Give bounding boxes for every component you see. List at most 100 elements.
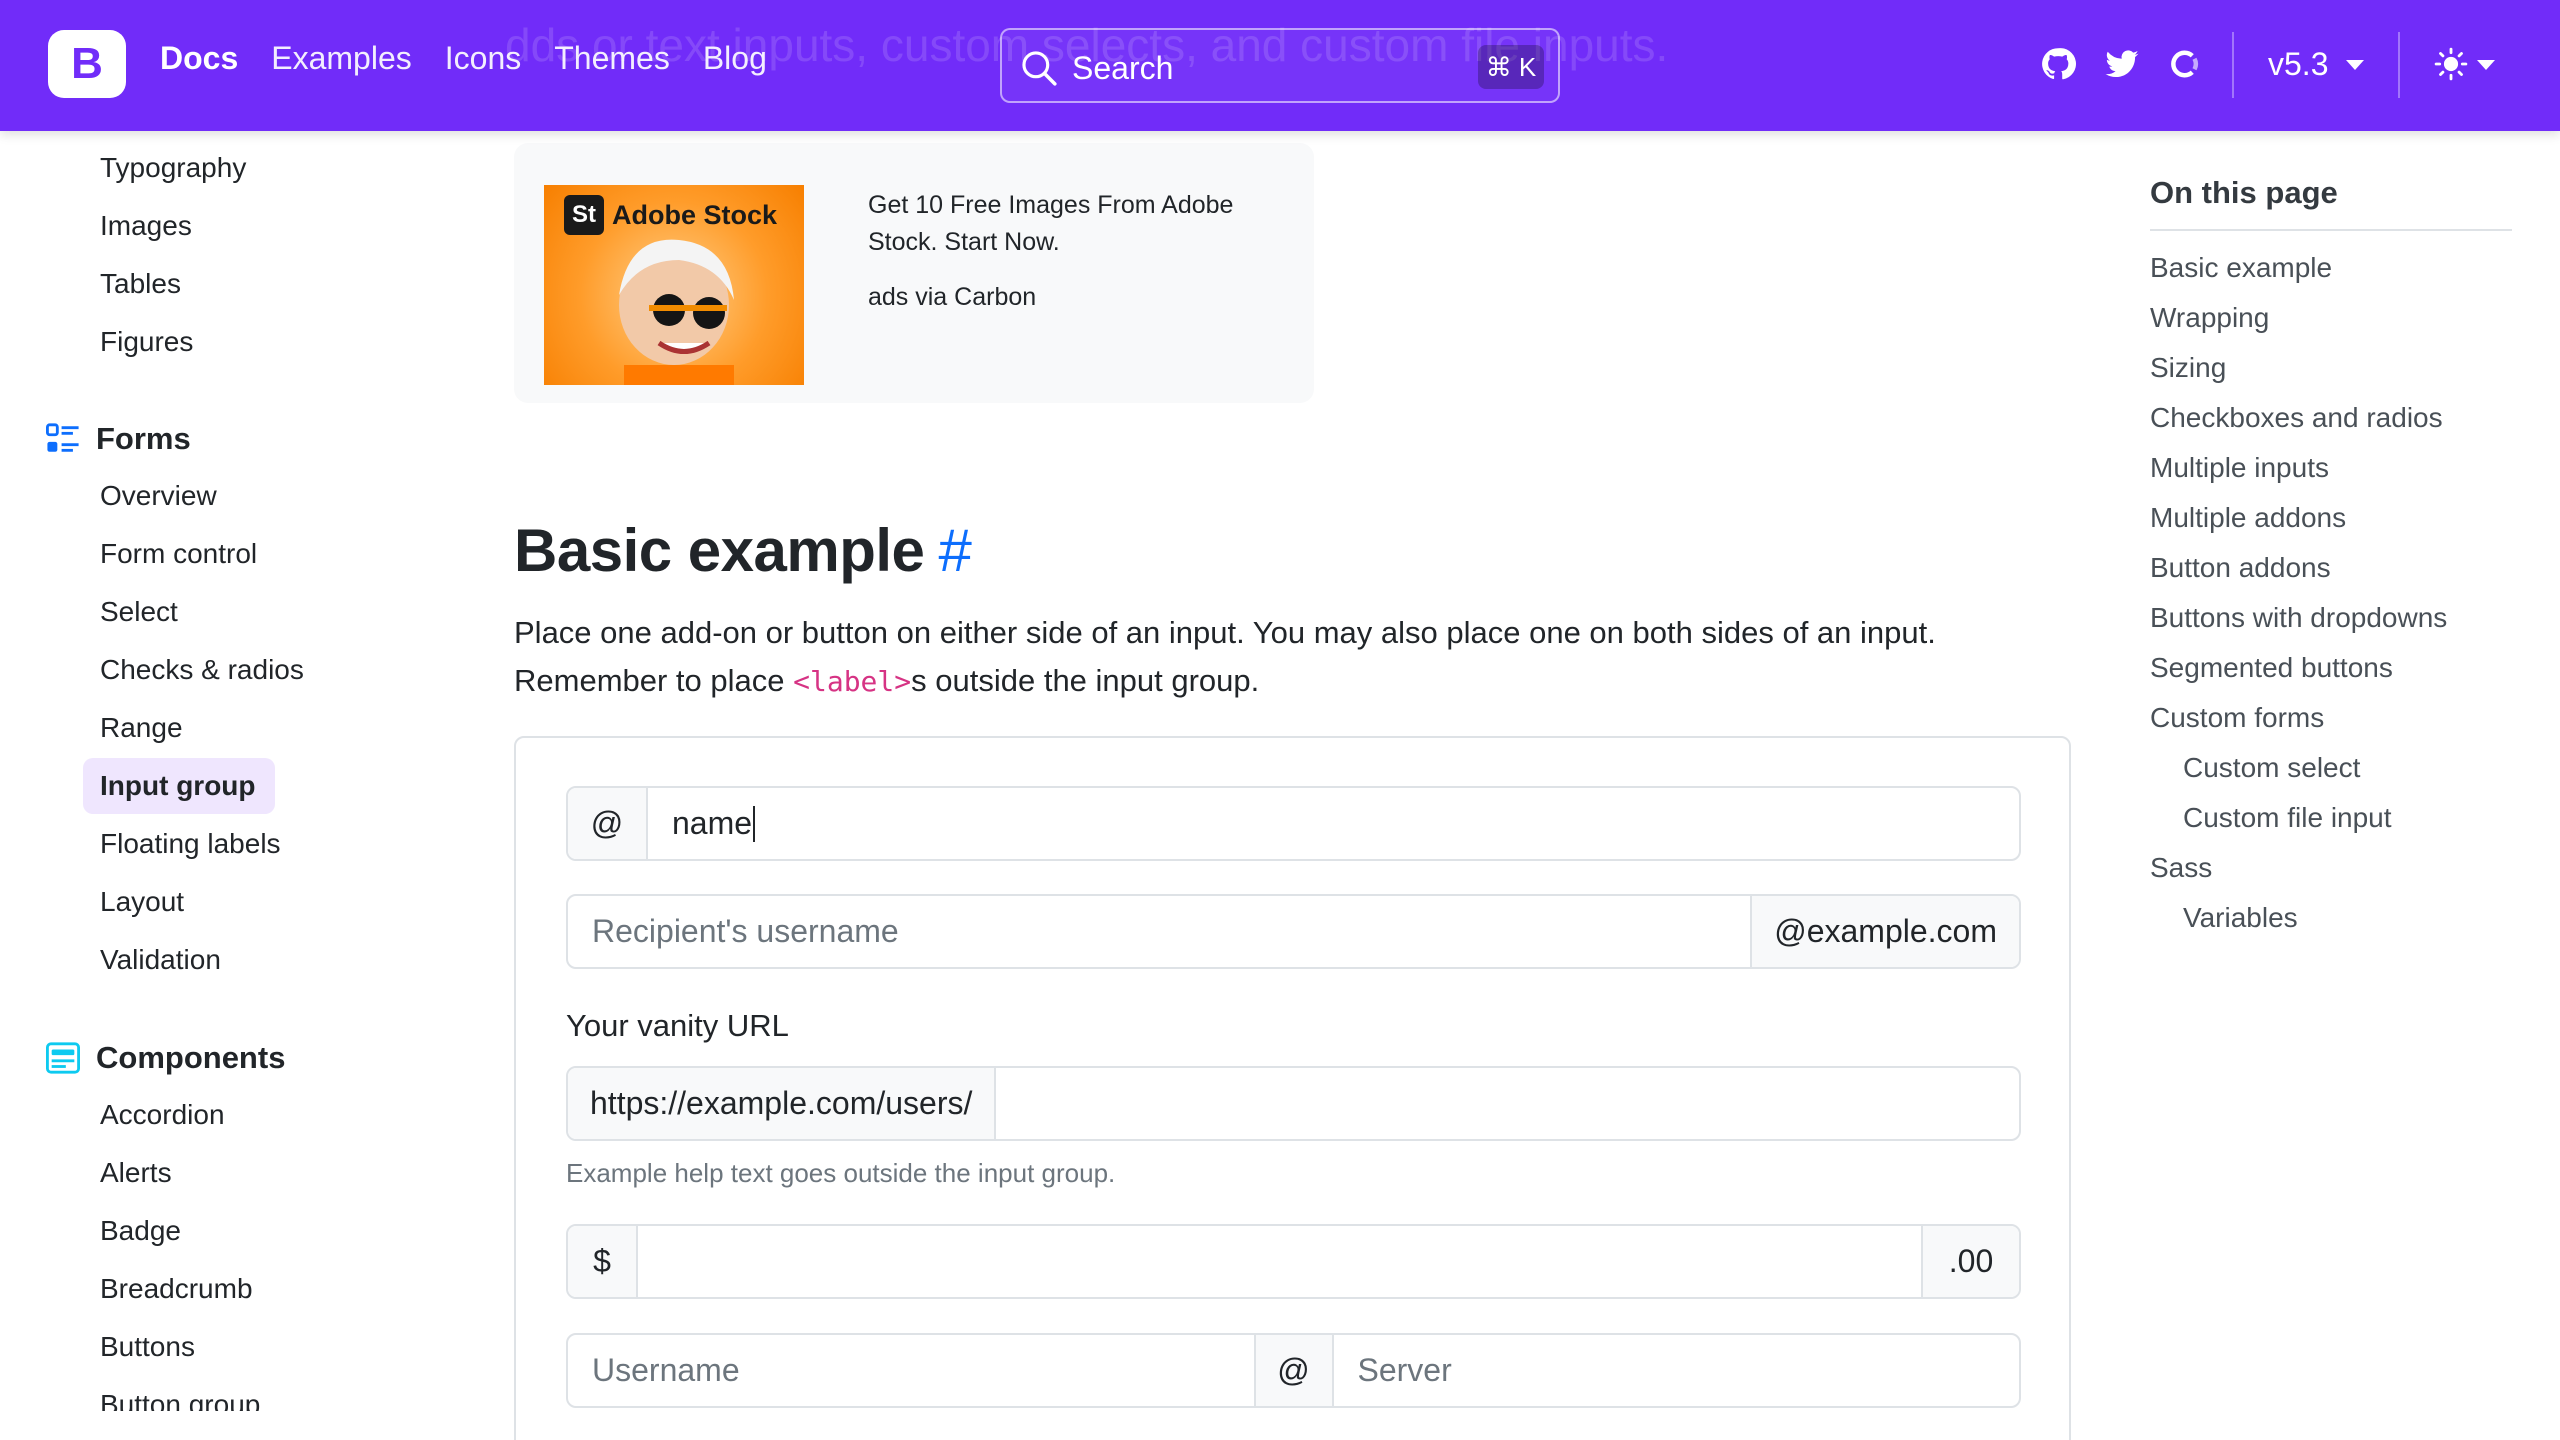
section-description: Place one add-on or button on either sid…	[514, 609, 2074, 706]
heading-text: Basic example	[514, 517, 925, 584]
toc-item-sass[interactable]: Sass	[2150, 852, 2212, 884]
nav-divider	[2398, 32, 2400, 98]
toc-item-multiple-addons[interactable]: Multiple addons	[2150, 502, 2346, 534]
search-button[interactable]: Search ⌘ K	[1000, 28, 1560, 103]
ad-via-carbon-link[interactable]: ads via Carbon	[868, 283, 1036, 312]
ad-brand-name: Adobe Stock	[612, 199, 778, 230]
toc-item-button-addons[interactable]: Button addons	[2150, 552, 2331, 584]
url-prefix-addon: https://example.com/users/	[568, 1068, 997, 1139]
vanity-url-label: Your vanity URL	[566, 1008, 789, 1043]
chevron-down-icon	[2346, 60, 2364, 70]
toc-title: On this page	[2150, 175, 2338, 210]
sidebar-item-accordion[interactable]: Accordion	[100, 1099, 225, 1131]
sidebar-item-input-group[interactable]: Input group	[100, 770, 256, 802]
nav-docs-link[interactable]: Docs	[160, 40, 238, 77]
search-shortcut: ⌘ K	[1478, 45, 1544, 89]
nav-blog-link[interactable]: Blog	[703, 40, 767, 77]
sidebar-item-badge[interactable]: Badge	[100, 1215, 181, 1247]
nav-examples-link[interactable]: Examples	[271, 40, 412, 77]
sidebar-item-tables[interactable]: Tables	[100, 268, 181, 300]
toc-divider	[2150, 229, 2512, 231]
toc-item-multiple-inputs[interactable]: Multiple inputs	[2150, 452, 2329, 484]
search-icon	[1022, 51, 1057, 86]
dollar-addon: $	[568, 1226, 638, 1297]
toc-item-custom-forms[interactable]: Custom forms	[2150, 702, 2324, 734]
github-icon[interactable]	[2040, 46, 2076, 82]
input-group-username-server: Username @ Server	[566, 1333, 2021, 1408]
cents-addon: .00	[1921, 1226, 2019, 1297]
vanity-url-input[interactable]	[996, 1068, 2019, 1139]
nav-links: Docs Examples Icons Themes Blog	[160, 40, 767, 77]
adobe-stock-logo: St Adobe Stock	[564, 195, 777, 235]
toc-item-basic-example[interactable]: Basic example	[2150, 252, 2332, 284]
ad-brand-badge: St	[564, 195, 604, 235]
input-group-amount: $ .00	[566, 1224, 2021, 1299]
sidebar-item-floating-labels[interactable]: Floating labels	[100, 828, 281, 860]
at-addon: @	[568, 788, 648, 859]
version-dropdown[interactable]: v5.3	[2268, 46, 2328, 83]
sidebar-heading-components: Components	[96, 1040, 286, 1075]
heading-anchor-link[interactable]: #	[938, 517, 971, 584]
sidebar-item-typography[interactable]: Typography	[100, 152, 246, 184]
sidebar-item-images[interactable]: Images	[100, 210, 192, 242]
username-input[interactable]: name	[648, 788, 2019, 859]
lead-text-after: s outside the input group.	[911, 663, 1260, 698]
sidebar-item-form-control[interactable]: Form control	[100, 538, 257, 570]
username-value: name	[672, 805, 753, 841]
main-content: St Adobe Stock Get 10 Free Images From A…	[480, 131, 2100, 1440]
menu-button-wide-icon	[46, 1042, 80, 1074]
ad-text-link[interactable]: Get 10 Free Images From Adobe Stock. Sta…	[868, 187, 1288, 261]
nav-icons-link[interactable]: Icons	[445, 40, 521, 77]
toc-item-sizing[interactable]: Sizing	[2150, 352, 2226, 384]
toc-item-segmented-buttons[interactable]: Segmented buttons	[2150, 652, 2393, 684]
toc-item-buttons-dropdowns[interactable]: Buttons with dropdowns	[2150, 602, 2447, 634]
navbar: dds or text inputs, custom selects, and …	[0, 0, 2560, 131]
nav-divider	[2232, 32, 2234, 98]
sidebar-item-layout[interactable]: Layout	[100, 886, 184, 918]
label-code: <label>	[793, 665, 912, 698]
sidebar-item-figures[interactable]: Figures	[100, 326, 193, 358]
toc-item-custom-select[interactable]: Custom select	[2183, 752, 2360, 784]
toc-item-variables[interactable]: Variables	[2183, 902, 2298, 934]
carbon-ad[interactable]: St Adobe Stock Get 10 Free Images From A…	[514, 143, 1314, 403]
sidebar-item-alerts[interactable]: Alerts	[100, 1157, 172, 1189]
sidebar-item-validation[interactable]: Validation	[100, 944, 221, 976]
example-preview: @ name Recipient's username @example.com…	[514, 736, 2071, 1440]
sidebar: Typography Images Tables Figures Forms O…	[0, 131, 480, 1411]
input-group-recipient: Recipient's username @example.com	[566, 894, 2021, 969]
input-group-username: @ name	[566, 786, 2021, 861]
server-input[interactable]: Server	[1334, 1335, 2020, 1406]
ad-image[interactable]: St Adobe Stock	[544, 185, 804, 385]
amount-input[interactable]	[638, 1226, 1921, 1297]
sidebar-item-checks-radios[interactable]: Checks & radios	[100, 654, 304, 686]
sidebar-item-overview[interactable]: Overview	[100, 480, 217, 512]
twitter-icon[interactable]	[2104, 46, 2140, 82]
ad-portrait	[619, 239, 734, 385]
sidebar-item-button-group[interactable]: Button group	[100, 1389, 260, 1411]
username-placeholder-input[interactable]: Username	[568, 1335, 1254, 1406]
bootstrap-logo[interactable]: B	[48, 30, 126, 98]
sun-icon[interactable]	[2434, 47, 2468, 81]
ui-checks-icon	[46, 423, 79, 452]
opencollective-icon[interactable]	[2166, 46, 2202, 82]
nav-themes-link[interactable]: Themes	[554, 40, 670, 77]
toc-item-custom-file-input[interactable]: Custom file input	[2183, 802, 2392, 834]
help-text: Example help text goes outside the input…	[566, 1158, 1116, 1188]
sidebar-item-range[interactable]: Range	[100, 712, 183, 744]
sidebar-item-breadcrumb[interactable]: Breadcrumb	[100, 1273, 253, 1305]
example-com-addon: @example.com	[1750, 896, 2019, 967]
chevron-down-icon	[2477, 60, 2495, 70]
input-group-vanity-url: https://example.com/users/	[566, 1066, 2021, 1141]
section-heading: Basic example #	[514, 516, 972, 585]
toc-item-checkboxes-radios[interactable]: Checkboxes and radios	[2150, 402, 2443, 434]
table-of-contents: On this page Basic example Wrapping Sizi…	[2150, 131, 2520, 1031]
recipient-username-input[interactable]: Recipient's username	[568, 896, 1750, 967]
sidebar-item-buttons[interactable]: Buttons	[100, 1331, 195, 1363]
sidebar-heading-forms: Forms	[96, 421, 191, 456]
brand-letter: B	[71, 39, 103, 88]
at-separator-addon: @	[1253, 1335, 1334, 1406]
text-cursor	[753, 805, 756, 842]
sidebar-item-select[interactable]: Select	[100, 596, 178, 628]
search-placeholder: Search	[1072, 50, 1174, 86]
toc-item-wrapping[interactable]: Wrapping	[2150, 302, 2269, 334]
